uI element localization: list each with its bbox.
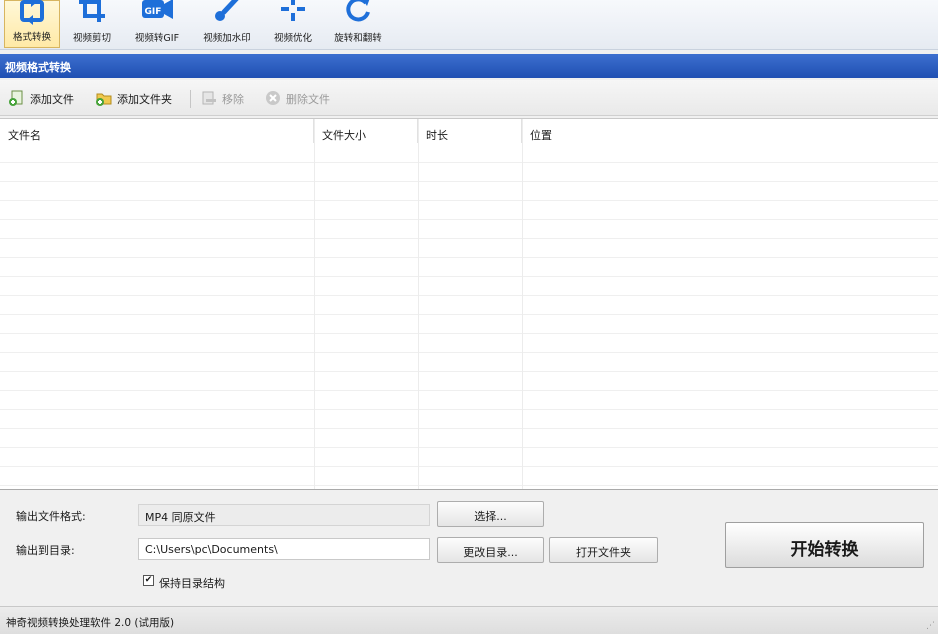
add-file-icon [8, 89, 26, 110]
brush-icon [212, 0, 242, 27]
output-format-field: MP4 同原文件 [138, 504, 430, 526]
row-gridline [0, 352, 938, 353]
output-settings-panel: 输出文件格式: MP4 同原文件 选择... 输出到目录: C:\Users\p… [0, 490, 938, 606]
tool-label: 视频剪切 [72, 33, 111, 44]
sparkle-icon [278, 0, 308, 27]
row-gridline [0, 162, 938, 163]
row-gridline [0, 390, 938, 391]
status-text: 神奇视频转换处理软件 2.0 (试用版) [6, 617, 175, 629]
row-gridline [0, 485, 938, 486]
open-folder-button[interactable]: 打开文件夹 [549, 537, 658, 563]
select-format-button[interactable]: 选择... [437, 501, 544, 527]
row-gridline [0, 466, 938, 467]
add-file-label: 添加文件 [30, 93, 74, 106]
gif-camera-icon: GIF [139, 0, 175, 27]
output-format-label: 输出文件格式: [16, 510, 86, 523]
output-dir-label: 输出到目录: [16, 544, 75, 557]
column-header-filename[interactable]: 文件名 [0, 119, 314, 143]
delete-file-button[interactable]: 删除文件 [264, 89, 330, 109]
main-toolbar: 格式转换 视频剪切 GIF 视频转GIF 视频加水印 视频优化 旋转和翻转 [0, 0, 938, 50]
row-gridline [0, 371, 938, 372]
rotate-icon [343, 0, 373, 27]
column-gridline [418, 119, 419, 489]
row-gridline [0, 181, 938, 182]
toolbar-divider [190, 90, 191, 108]
tool-video-optimize[interactable]: 视频优化 [264, 0, 322, 48]
tool-label: 视频转GIF [134, 33, 180, 44]
row-gridline [0, 257, 938, 258]
tool-video-to-gif[interactable]: GIF 视频转GIF [124, 0, 190, 48]
add-file-button[interactable]: 添加文件 [8, 89, 74, 109]
delete-file-icon [264, 89, 282, 110]
checkmark-icon: ✔ [144, 575, 153, 585]
row-gridline [0, 200, 938, 201]
column-header-filesize[interactable]: 文件大小 [314, 119, 418, 143]
row-gridline [0, 447, 938, 448]
table-header: 文件名 文件大小 时长 位置 [0, 119, 938, 143]
row-gridline [0, 276, 938, 277]
tool-rotate-flip[interactable]: 旋转和翻转 [325, 0, 391, 48]
add-folder-icon [95, 89, 113, 110]
add-folder-button[interactable]: 添加文件夹 [95, 89, 172, 109]
column-gridline [314, 119, 315, 489]
status-bar: 神奇视频转换处理软件 2.0 (试用版) ⋰ [0, 606, 938, 634]
row-gridline [0, 409, 938, 410]
tool-video-watermark[interactable]: 视频加水印 [193, 0, 261, 48]
row-gridline [0, 428, 938, 429]
output-dir-input[interactable]: C:\Users\pc\Documents\ [138, 538, 430, 560]
row-gridline [0, 295, 938, 296]
remove-button[interactable]: 移除 [200, 89, 244, 109]
row-gridline [0, 333, 938, 334]
file-action-bar: 添加文件 添加文件夹 移除 删除文件 [0, 80, 938, 116]
column-header-location[interactable]: 位置 [522, 119, 938, 143]
change-dir-button[interactable]: 更改目录... [437, 537, 544, 563]
row-gridline [0, 314, 938, 315]
tool-label: 视频优化 [273, 33, 312, 44]
remove-icon [200, 89, 218, 110]
tool-video-cut[interactable]: 视频剪切 [64, 0, 120, 48]
remove-label: 移除 [222, 93, 244, 106]
delete-file-label: 删除文件 [286, 93, 330, 106]
keep-structure-checkbox[interactable]: ✔ [143, 575, 154, 586]
tool-label: 视频加水印 [203, 33, 251, 44]
column-gridline [522, 119, 523, 489]
start-convert-button[interactable]: 开始转换 [725, 522, 924, 568]
resize-grip-icon[interactable]: ⋰ [926, 621, 935, 631]
tool-label: 格式转换 [12, 32, 51, 43]
row-gridline [0, 219, 938, 220]
panel-title: 视频格式转换 [0, 54, 938, 78]
column-header-duration[interactable]: 时长 [418, 119, 522, 143]
keep-structure-label[interactable]: 保持目录结构 [159, 575, 225, 591]
tool-format-convert[interactable]: 格式转换 [4, 0, 60, 48]
svg-text:GIF: GIF [145, 7, 162, 17]
convert-arrows-icon [17, 0, 47, 28]
row-gridline [0, 238, 938, 239]
tool-label: 旋转和翻转 [334, 33, 382, 44]
file-list-table[interactable]: 文件名 文件大小 时长 位置 [0, 118, 938, 490]
add-folder-label: 添加文件夹 [117, 93, 172, 106]
crop-icon [77, 0, 107, 27]
